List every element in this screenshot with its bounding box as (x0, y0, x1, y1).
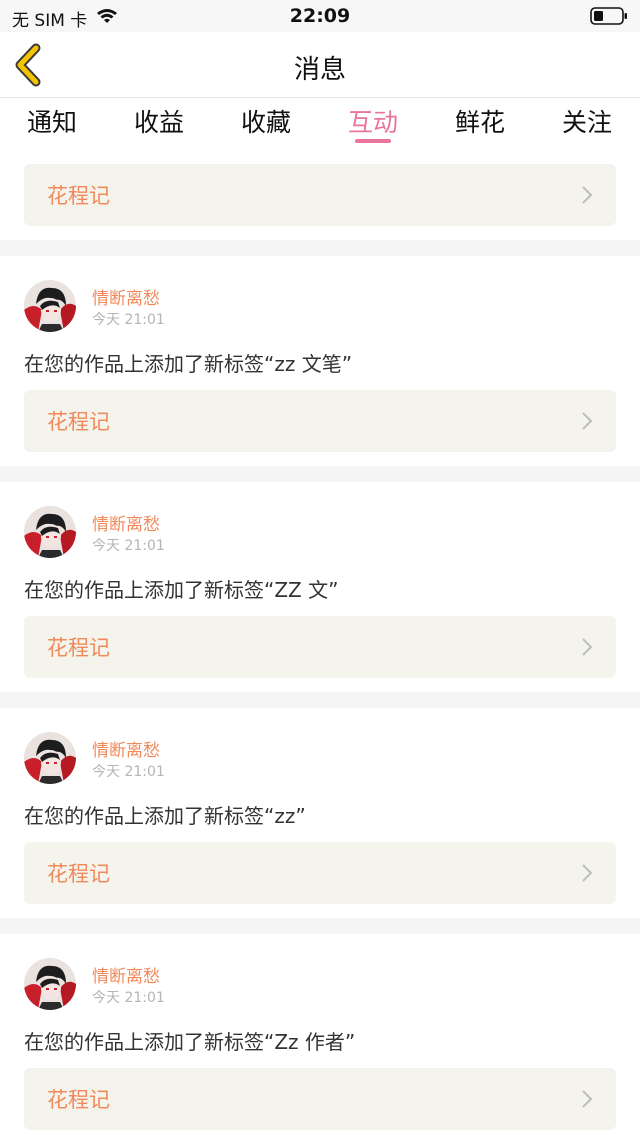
message-text: 在您的作品上添加了新标签“ZZ 文” (24, 578, 339, 602)
book-link[interactable]: 花程记 (24, 1068, 616, 1130)
tab-earnings[interactable]: 收益 (104, 103, 214, 139)
tab-interactions[interactable]: 互动 (318, 103, 428, 139)
status-bar: 无 SIM 卡 22:09 (0, 0, 640, 32)
message-text: 在您的作品上添加了新标签“zz 文笔” (24, 352, 353, 376)
avatar[interactable] (24, 958, 76, 1010)
user-name[interactable]: 情断离愁 (92, 284, 160, 309)
message-card: 情断离愁 今天 21:01 在您的作品上添加了新标签“zz” 花程记 (0, 708, 640, 918)
battery-icon (590, 7, 628, 25)
tab-flowers[interactable]: 鲜花 (425, 103, 535, 139)
avatar[interactable] (24, 280, 76, 332)
timestamp: 今天 21:01 (92, 538, 165, 554)
user-name[interactable]: 情断离愁 (92, 736, 160, 761)
book-title: 花程记 (47, 1088, 110, 1112)
message-card: 情断离愁 今天 21:01 在您的作品上添加了新标签“zz 文笔” 花程记 (0, 256, 640, 466)
chevron-right-icon (582, 638, 593, 656)
divider (0, 240, 640, 256)
chevron-right-icon (582, 412, 593, 430)
tab-favorites[interactable]: 收藏 (211, 103, 321, 139)
book-link[interactable]: 花程记 (24, 616, 616, 678)
message-text: 在您的作品上添加了新标签“Zz 作者” (24, 1030, 356, 1054)
divider (0, 918, 640, 934)
book-link[interactable]: 花程记 (24, 842, 616, 904)
timestamp: 今天 21:01 (92, 312, 165, 328)
timestamp: 今天 21:01 (92, 990, 165, 1006)
tab-following[interactable]: 关注 (532, 103, 640, 139)
chevron-right-icon (582, 186, 593, 204)
avatar[interactable] (24, 732, 76, 784)
book-link[interactable]: 花程记 (24, 390, 616, 452)
user-name[interactable]: 情断离愁 (92, 962, 160, 987)
message-text: 在您的作品上添加了新标签“zz” (24, 804, 306, 828)
book-title: 花程记 (47, 636, 110, 660)
page-title: 消息 (293, 55, 346, 85)
avatar[interactable] (24, 506, 76, 558)
divider (0, 692, 640, 708)
book-title: 花程记 (47, 184, 110, 208)
status-time: 22:09 (289, 5, 351, 27)
book-link[interactable]: 花程记 (24, 164, 616, 226)
user-name[interactable]: 情断离愁 (92, 510, 160, 535)
message-card: 情断离愁 今天 21:01 在您的作品上添加了新标签“ZZ 文” 花程记 (0, 482, 640, 692)
message-card: 情断离愁 今天 21:01 在您的作品上添加了新标签“Zz 作者” 花程记 (0, 934, 640, 1138)
message-list: 花程记 情断离愁 今天 21:01 在您的作品上添加了新标签“zz 文笔” 花程… (0, 152, 640, 1138)
book-title: 花程记 (47, 410, 110, 434)
divider (0, 466, 640, 482)
active-tab-indicator (355, 139, 391, 143)
timestamp: 今天 21:01 (92, 764, 165, 780)
tab-bar: 通知 收益 收藏 互动 鲜花 关注 (0, 99, 640, 151)
tab-notifications[interactable]: 通知 (0, 103, 107, 139)
book-title: 花程记 (47, 862, 110, 886)
message-card: 花程记 (0, 152, 640, 240)
nav-bar: 消息 (0, 32, 640, 98)
chevron-right-icon (582, 864, 593, 882)
chevron-right-icon (582, 1090, 593, 1108)
